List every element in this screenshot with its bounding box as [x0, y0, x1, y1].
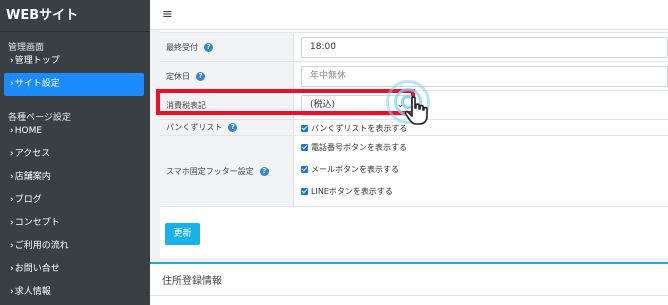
row-label: パンくずリスト? — [160, 120, 294, 135]
sidebar-item-label: コンセプト — [14, 218, 60, 228]
sidebar: WEBサイト 管理画面 ›管理トップ ›サイト設定 各種ページ設定 ›HOME … — [0, 0, 150, 305]
sidebar-item-label: ブログ — [14, 195, 42, 205]
phone-button-checkbox[interactable]: 電話番号ボタンを表示する — [301, 142, 407, 153]
update-button[interactable]: 更新 — [165, 223, 200, 245]
chevron-right-icon: › — [10, 218, 14, 228]
sidebar-item-label: 管理トップ — [14, 56, 60, 66]
chevron-right-icon: › — [10, 149, 14, 159]
section-label-admin: 管理画面 — [8, 43, 45, 53]
sidebar-item-recruit[interactable]: ›求人情報 — [0, 281, 144, 304]
checkbox-checked-icon[interactable] — [301, 144, 308, 151]
row-label: 定休日? — [160, 62, 294, 90]
sidebar-item-usage-flow[interactable]: ›ご利用の流れ — [0, 235, 144, 258]
sidebar-item-blog[interactable]: ›ブログ — [0, 189, 144, 212]
chevron-right-icon: › — [10, 195, 14, 205]
breadcrumb-checkbox[interactable]: パンくずリストを表示する — [301, 123, 407, 134]
sidebar-item-label: HOME — [14, 126, 43, 136]
chevron-right-icon: › — [10, 79, 14, 89]
sidebar-item-label: サイト設定 — [14, 79, 60, 89]
hand-cursor-icon — [404, 96, 428, 125]
last-reception-input[interactable]: 18:00 — [301, 37, 668, 58]
section-title: 住所登録情報 — [162, 276, 222, 287]
row-footer-fixed: スマホ固定フッター設定? 電話番号ボタンを表示する メールボタンを表示する LI… — [160, 136, 668, 207]
chevron-right-icon: › — [10, 264, 14, 274]
row-last-reception: 最終受付? 18:00 — [160, 33, 668, 62]
sidebar-item-label: アクセス — [14, 149, 51, 159]
site-settings-card: 最終受付? 18:00 定休日? 年中無休 消費税表記 (税込) ⌄ パンくずリ… — [160, 30, 668, 258]
closed-day-input[interactable]: 年中無休 — [301, 66, 668, 87]
sidebar-item-label: ご利用の流れ — [14, 241, 69, 251]
sidebar-item-label: 求人情報 — [14, 287, 51, 297]
sidebar-item-label: お問い合せ — [14, 264, 60, 274]
chevron-right-icon: › — [10, 241, 14, 251]
sidebar-item-label: 店舗案内 — [14, 172, 51, 182]
line-button-checkbox[interactable]: LINEボタンを表示する — [301, 186, 393, 197]
address-info-card: 住所登録情報 — [150, 262, 668, 305]
checkbox-checked-icon[interactable] — [301, 125, 308, 132]
sidebar-item-concept[interactable]: ›コンセプト — [0, 212, 144, 235]
mail-button-checkbox[interactable]: メールボタンを表示する — [301, 164, 399, 175]
row-label: スマホ固定フッター設定? — [160, 136, 294, 206]
highlight-box — [156, 89, 415, 115]
chevron-right-icon: › — [10, 172, 14, 182]
sidebar-item-admin-top[interactable]: ›管理トップ — [0, 50, 144, 73]
help-icon[interactable]: ? — [196, 71, 205, 81]
divider — [150, 295, 668, 296]
checkbox-checked-icon[interactable] — [301, 188, 308, 195]
sidebar-item-site-settings[interactable]: ›サイト設定 — [4, 73, 144, 96]
chevron-right-icon: › — [10, 56, 14, 66]
brand-title[interactable]: WEBサイト — [0, 0, 150, 32]
chevron-right-icon: › — [10, 287, 14, 297]
sidebar-item-home[interactable]: ›HOME — [0, 120, 144, 143]
row-label: 最終受付? — [160, 33, 294, 61]
sidebar-item-store-info[interactable]: ›店舗案内 — [0, 166, 144, 189]
sidebar-item-contact[interactable]: ›お問い合せ — [0, 258, 144, 281]
top-bar: ≡ — [150, 0, 668, 30]
hamburger-menu-icon[interactable]: ≡ — [162, 7, 173, 22]
chevron-right-icon: › — [10, 126, 14, 136]
help-icon[interactable]: ? — [204, 42, 213, 52]
help-icon[interactable]: ? — [228, 123, 238, 132]
section-label-pages: 各種ページ設定 — [8, 113, 71, 123]
help-icon[interactable]: ? — [259, 166, 269, 176]
sidebar-item-access[interactable]: ›アクセス — [0, 143, 144, 166]
checkbox-checked-icon[interactable] — [301, 166, 308, 173]
